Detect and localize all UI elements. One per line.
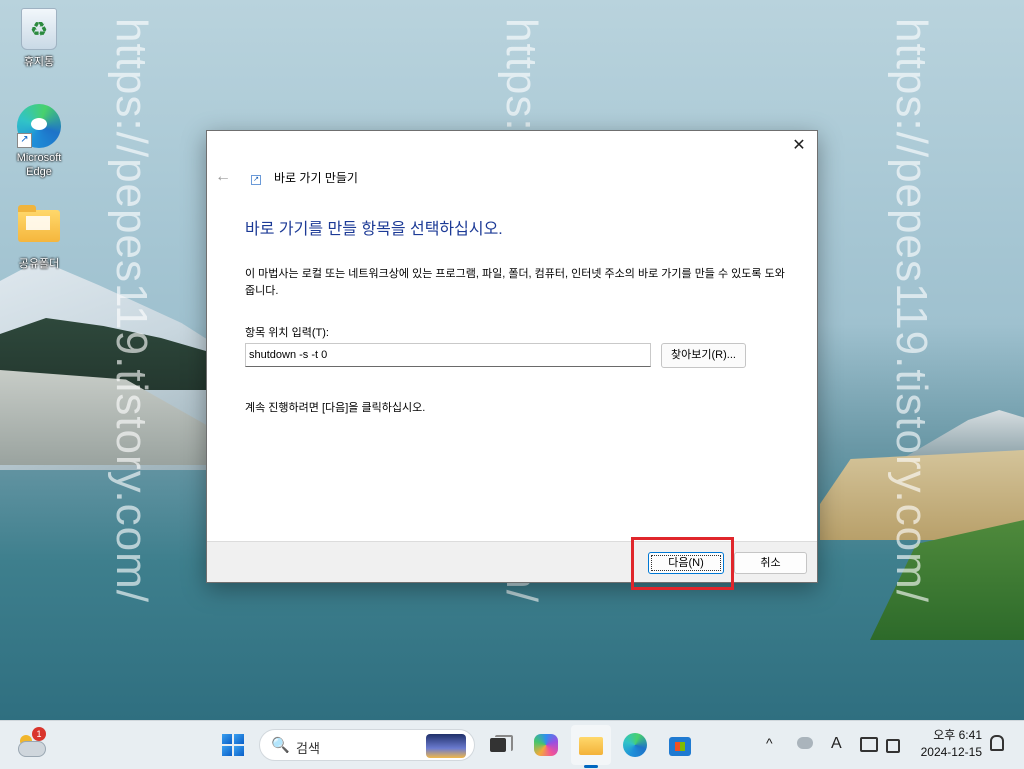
notification-bell-icon[interactable] (990, 735, 1004, 751)
cancel-button[interactable]: 취소 (734, 552, 807, 574)
annotation-highlight-box (631, 537, 734, 590)
desktop-icon-shared-folder[interactable]: 공유폴더 (4, 204, 74, 271)
wizard-heading: 바로 가기를 만들 항목을 선택하십시오. (245, 221, 503, 238)
ime-indicator[interactable]: A (831, 735, 842, 753)
desktop-icon-label: 휴지통 (23, 56, 55, 68)
search-icon: 🔍 (271, 737, 290, 754)
windows-logo-icon (222, 734, 232, 744)
cloud-icon (18, 741, 46, 757)
wizard-description: 이 마법사는 로컬 또는 네트워크상에 있는 프로그램, 파일, 폴더, 컴퓨터… (245, 268, 785, 297)
close-button[interactable]: ✕ (787, 135, 811, 157)
network-icon[interactable] (860, 737, 878, 752)
onedrive-icon[interactable] (797, 737, 813, 749)
continue-instruction: 계속 진행하려면 [다음]을 클릭하십시오. (245, 402, 426, 414)
location-input[interactable] (245, 343, 651, 367)
location-label: 항목 위치 입력(T): (245, 327, 329, 339)
recycle-bin-icon (21, 8, 57, 50)
back-arrow-icon[interactable]: ← (215, 168, 235, 186)
wizard-header: ← ↗ 바로 가기 만들기 (215, 167, 358, 187)
taskbar-clock[interactable]: 오후 6:41 2024-12-15 (916, 727, 982, 761)
wallpaper-field (820, 450, 1024, 540)
taskbar-search[interactable]: 🔍 검색 (259, 729, 475, 761)
weather-widget[interactable]: 1 (16, 727, 46, 757)
shortcut-arrow-icon: ↗ (17, 133, 32, 148)
browse-button[interactable]: 찾아보기(R)... (661, 343, 746, 368)
file-explorer-icon[interactable] (577, 731, 605, 759)
desktop-icon-label: Microsoft Edge (16, 152, 62, 178)
start-button[interactable] (222, 734, 244, 756)
edge-icon[interactable] (621, 731, 649, 759)
clock-time: 오후 6:41 (933, 728, 982, 742)
copilot-icon[interactable] (532, 731, 560, 759)
desktop-icon-edge[interactable]: ↗ Microsoft Edge (4, 104, 74, 179)
clock-date: 2024-12-15 (920, 745, 982, 759)
desktop-icon-label: 공유폴더 (18, 258, 60, 270)
task-view-icon[interactable] (487, 731, 515, 759)
store-icon[interactable] (666, 731, 694, 759)
shortcut-icon: ↗ (251, 175, 261, 185)
search-placeholder: 검색 (296, 741, 320, 756)
folder-icon (18, 205, 60, 242)
wizard-title: 바로 가기 만들기 (274, 170, 358, 185)
chevron-up-icon[interactable]: ^ (766, 735, 773, 751)
create-shortcut-wizard: ✕ ← ↗ 바로 가기 만들기 바로 가기를 만들 항목을 선택하십시오. 이 … (206, 130, 818, 583)
search-highlight-image (426, 734, 466, 758)
volume-icon[interactable] (886, 739, 900, 753)
taskbar: 1 🔍 검색 ^ A 오후 6:41 2024-12-15 (0, 720, 1024, 769)
desktop-icon-recycle-bin[interactable]: 휴지통 (4, 8, 74, 69)
notification-badge: 1 (32, 727, 46, 741)
